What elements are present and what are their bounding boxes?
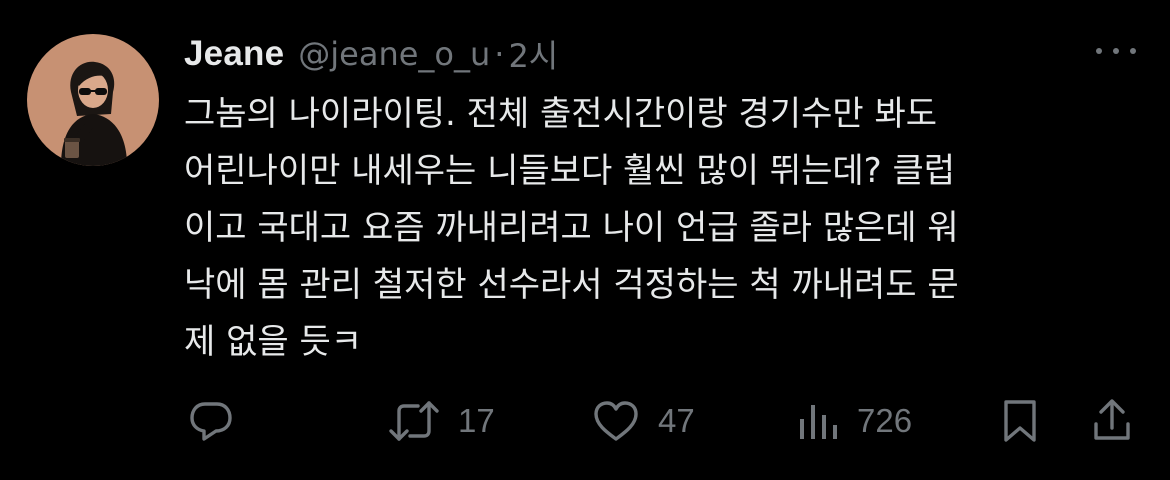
reply-button[interactable] xyxy=(188,398,234,444)
more-dot-icon xyxy=(1130,48,1136,54)
views-icon xyxy=(800,405,837,439)
avatar[interactable] xyxy=(27,34,159,166)
tweet-header: Jeane @jeane_o_u · 2시 xyxy=(184,30,558,78)
tweet[interactable]: Jeane @jeane_o_u · 2시 그놈의 나이라이팅. 전체 출전시간… xyxy=(0,0,1170,480)
retweet-count: 17 xyxy=(458,402,495,439)
more-dot-icon xyxy=(1096,48,1102,54)
tweet-text-line: 그놈의 나이라이팅. 전체 출전시간이랑 경기수만 봐도 xyxy=(184,94,938,134)
bookmark-button[interactable] xyxy=(1000,398,1040,444)
user-handle[interactable]: @jeane_o_u xyxy=(298,35,490,73)
retweet-button[interactable]: 17 xyxy=(388,398,495,444)
display-name[interactable]: Jeane xyxy=(184,34,284,74)
like-button[interactable]: 47 xyxy=(592,398,695,444)
tweet-text: 그놈의 나이라이팅. 전체 출전시간이랑 경기수만 봐도 어린나이만 내세우는 … xyxy=(184,86,1144,371)
avatar-illustration xyxy=(61,61,127,166)
tweet-text-line: 제 없을 듯ㅋ xyxy=(184,322,363,362)
share-button[interactable] xyxy=(1092,398,1132,444)
bookmark-icon xyxy=(1004,400,1036,442)
tweet-text-line: 낙에 몸 관리 철저한 선수라서 걱정하는 척 까내려도 문 xyxy=(184,265,959,305)
more-options-button[interactable] xyxy=(1096,36,1136,66)
more-dot-icon xyxy=(1113,48,1119,54)
separator-dot: · xyxy=(494,35,505,73)
share-icon xyxy=(1094,399,1130,440)
heart-icon xyxy=(594,401,638,441)
timestamp[interactable]: 2시 xyxy=(508,31,558,77)
tweet-text-line: 어린나이만 내세우는 니들보다 훨씬 많이 뛰는데? 클럽 xyxy=(184,151,956,191)
reply-icon xyxy=(190,402,232,441)
retweet-icon xyxy=(389,401,439,441)
like-count: 47 xyxy=(658,402,695,439)
tweet-text-line: 이고 국대고 요즘 까내리려고 나이 언급 졸라 많은데 워 xyxy=(184,208,959,248)
views-button[interactable]: 726 xyxy=(797,398,912,444)
views-count: 726 xyxy=(857,402,913,439)
